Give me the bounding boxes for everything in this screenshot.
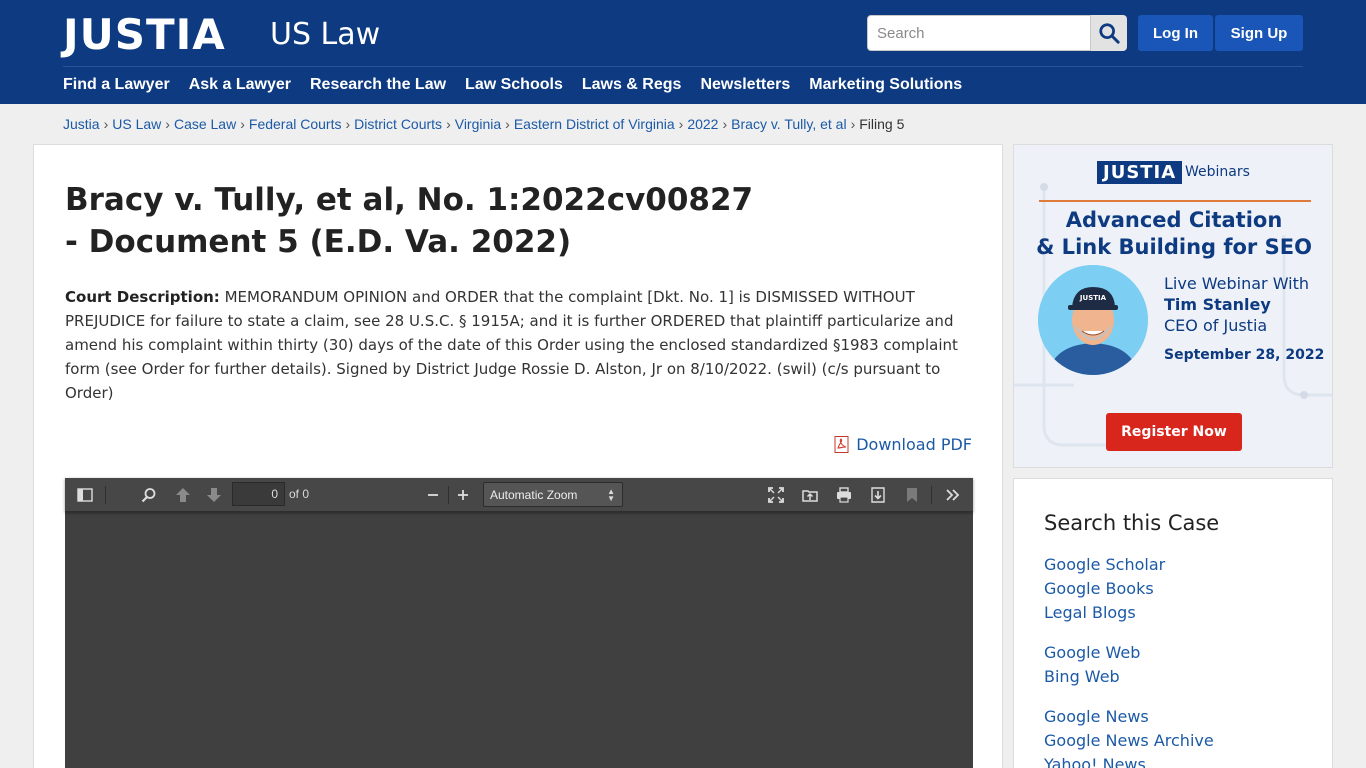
- breadcrumb-current: Filing 5: [859, 116, 905, 132]
- ad-date: September 28, 2022: [1164, 347, 1325, 363]
- search-input[interactable]: [867, 15, 1091, 51]
- pdf-icon: [834, 436, 849, 453]
- zoom-out-icon[interactable]: [424, 486, 442, 504]
- link-legal-blogs[interactable]: Legal Blogs: [1044, 601, 1214, 625]
- breadcrumb-link[interactable]: 2022: [687, 116, 718, 132]
- search-this-case-panel: Search this Case Google Scholar Google B…: [1013, 478, 1333, 768]
- toolbar-separator: [448, 486, 449, 504]
- ad-presenter-info: Live Webinar With Tim Stanley CEO of Jus…: [1164, 273, 1309, 336]
- zoom-select-value: Automatic Zoom: [490, 487, 578, 502]
- signup-button[interactable]: Sign Up: [1215, 15, 1303, 51]
- webinar-ad[interactable]: JUSTIA Webinars Advanced Citation & Link…: [1013, 144, 1333, 468]
- link-google-scholar[interactable]: Google Scholar: [1044, 553, 1214, 577]
- link-google-books[interactable]: Google Books: [1044, 577, 1214, 601]
- breadcrumb-link[interactable]: District Courts: [354, 116, 442, 132]
- page-title: Bracy v. Tully, et al, No. 1:2022cv00827…: [65, 182, 754, 260]
- search-icon: [1099, 23, 1120, 44]
- open-file-icon[interactable]: [801, 486, 819, 504]
- header-divider: [63, 66, 1303, 67]
- search-this-case-heading: Search this Case: [1044, 511, 1220, 535]
- ad-justia-logo: JUSTIA: [1097, 161, 1183, 184]
- ad-presenter-name: Tim Stanley: [1164, 295, 1271, 314]
- logo-subtitle[interactable]: US Law: [270, 17, 380, 52]
- breadcrumb-link[interactable]: Case Law: [174, 116, 236, 132]
- ad-live-label: Live Webinar With: [1164, 274, 1310, 293]
- nav-laws-regs[interactable]: Laws & Regs: [582, 76, 682, 94]
- nav-marketing-solutions[interactable]: Marketing Solutions: [809, 76, 962, 94]
- ad-title-line2: & Link Building for SEO: [1036, 235, 1312, 259]
- justia-logo[interactable]: JUSTIA: [63, 10, 226, 59]
- link-yahoo-news[interactable]: Yahoo! News: [1044, 753, 1214, 768]
- breadcrumb-link[interactable]: Virginia: [455, 116, 501, 132]
- nav-find-lawyer[interactable]: Find a Lawyer: [63, 76, 170, 94]
- breadcrumb-separator: ›: [678, 116, 684, 132]
- pdf-toolbar: of 0 Automatic Zoom ▲▼: [65, 478, 973, 512]
- ad-title: Advanced Citation & Link Building for SE…: [1014, 207, 1332, 261]
- find-icon[interactable]: [140, 486, 158, 504]
- chevron-updown-icon: ▲ ▼: [607, 487, 615, 503]
- nav-ask-lawyer[interactable]: Ask a Lawyer: [189, 76, 291, 94]
- tools-menu-icon[interactable]: [944, 486, 962, 504]
- link-bing-web[interactable]: Bing Web: [1044, 665, 1214, 689]
- bookmark-icon[interactable]: [903, 486, 921, 504]
- nav-law-schools[interactable]: Law Schools: [465, 76, 563, 94]
- next-page-icon[interactable]: [205, 486, 223, 504]
- ad-logo-subtitle: Webinars: [1185, 164, 1250, 180]
- previous-page-icon[interactable]: [174, 486, 192, 504]
- breadcrumb: Justia › US Law › Case Law › Federal Courts › Di…: [63, 116, 904, 132]
- breadcrumb-separator: ›: [850, 116, 856, 132]
- breadcrumb-separator: ›: [446, 116, 451, 132]
- main-content: Bracy v. Tully, et al, No. 1:2022cv00827…: [33, 144, 1003, 768]
- login-button[interactable]: Log In: [1138, 15, 1213, 51]
- print-icon[interactable]: [835, 486, 853, 504]
- breadcrumb-separator: ›: [103, 116, 109, 132]
- site-header: JUSTIA US Law Log In Sign Up Find a Lawy…: [0, 0, 1366, 104]
- court-description: Court Description: MEMORANDUM OPINION an…: [65, 285, 965, 405]
- sidebar-toggle-icon[interactable]: [76, 486, 94, 504]
- zoom-in-icon[interactable]: [454, 486, 472, 504]
- breadcrumb-separator: ›: [165, 116, 170, 132]
- toolbar-separator: [105, 486, 106, 504]
- page-number-input[interactable]: [232, 482, 285, 506]
- cap-text: JUSTIA: [1079, 294, 1107, 302]
- link-google-web[interactable]: Google Web: [1044, 641, 1214, 665]
- breadcrumb-separator: ›: [722, 116, 728, 132]
- zoom-select[interactable]: Automatic Zoom ▲ ▼: [483, 482, 623, 507]
- toolbar-separator: [931, 486, 932, 504]
- download-pdf-link[interactable]: Download PDF: [834, 435, 972, 454]
- pdf-viewer[interactable]: of 0 Automatic Zoom ▲▼: [65, 478, 973, 768]
- breadcrumb-separator: ›: [240, 116, 245, 132]
- link-google-news-archive[interactable]: Google News Archive: [1044, 729, 1214, 753]
- search-button[interactable]: [1091, 15, 1127, 51]
- breadcrumb-link[interactable]: Eastern District of Virginia: [514, 116, 675, 132]
- nav-research-law[interactable]: Research the Law: [310, 76, 446, 94]
- breadcrumb-link[interactable]: US Law: [112, 116, 161, 132]
- ad-presenter-role: CEO of Justia: [1164, 316, 1268, 335]
- breadcrumb-separator: ›: [505, 116, 510, 132]
- nav-newsletters[interactable]: Newsletters: [700, 76, 790, 94]
- download-icon[interactable]: [869, 486, 887, 504]
- presenter-avatar: JUSTIA: [1038, 265, 1148, 375]
- breadcrumb-link[interactable]: Justia: [63, 116, 100, 132]
- download-pdf-label: Download PDF: [856, 435, 972, 454]
- page-count-label: of 0: [289, 487, 310, 501]
- link-group-gap: [1044, 689, 1214, 705]
- link-group-gap: [1044, 625, 1214, 641]
- search-links: Google Scholar Google Books Legal Blogs …: [1044, 553, 1214, 768]
- presentation-mode-icon[interactable]: [767, 486, 785, 504]
- breadcrumb-link[interactable]: Federal Courts: [249, 116, 342, 132]
- ad-divider: [1039, 200, 1311, 202]
- register-now-button[interactable]: Register Now: [1106, 413, 1242, 451]
- main-nav: Find a Lawyer Ask a Lawyer Research the …: [63, 76, 981, 94]
- court-description-label: Court Description:: [65, 288, 220, 306]
- breadcrumb-link[interactable]: Bracy v. Tully, et al: [731, 116, 846, 132]
- ad-title-line1: Advanced Citation: [1065, 208, 1283, 232]
- link-google-news[interactable]: Google News: [1044, 705, 1214, 729]
- breadcrumb-separator: ›: [345, 116, 351, 132]
